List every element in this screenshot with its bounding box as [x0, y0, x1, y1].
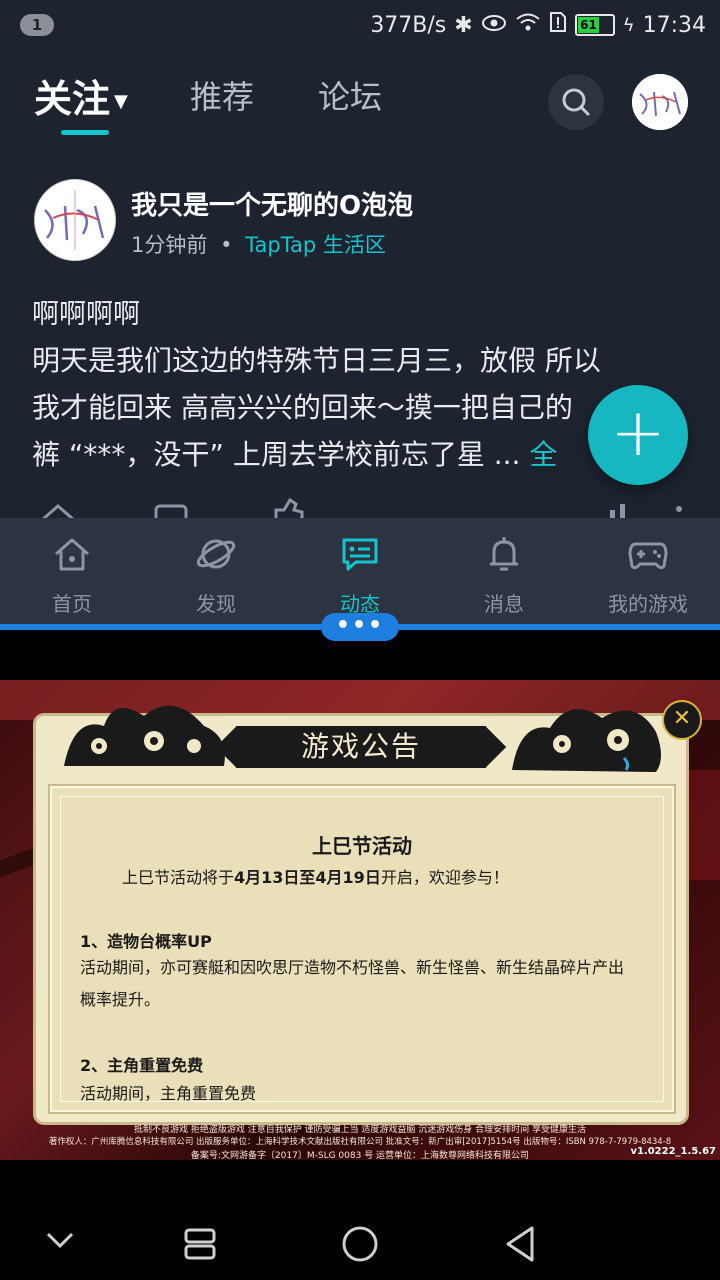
split-screen-handle[interactable]: ••• — [321, 613, 399, 641]
message-icon — [342, 538, 378, 571]
post-title[interactable]: 啊啊啊啊 — [32, 292, 140, 331]
filing-notice: 备案号:文网游备字〔2017〕M-SLG 0083 号 运营单位：上海数尊网络科… — [190, 1151, 530, 1160]
more-icon[interactable] — [676, 506, 682, 512]
share-icon[interactable] — [38, 500, 78, 518]
post-time: 1分钟前 — [131, 233, 208, 257]
nav-my-games[interactable]: 我的游戏 — [576, 518, 720, 626]
nav-messages[interactable]: 消息 — [432, 518, 576, 626]
active-tab-indicator — [61, 130, 109, 135]
home-icon — [55, 538, 89, 571]
wifi-icon — [515, 12, 541, 38]
notice-section2-title: 2、主角重置免费 — [80, 1056, 204, 1075]
back-icon[interactable] — [500, 1224, 540, 1264]
battery-icon: 61 — [574, 14, 615, 36]
notice-title: 上巳节活动 — [312, 834, 412, 858]
post-author-name[interactable]: 我只是一个无聊的O泡泡 — [131, 185, 413, 222]
bottom-nav: 首页 发现 动态 消息 我的游戏 — [0, 518, 720, 626]
bell-icon — [490, 537, 518, 571]
health-notice: 抵制不良游戏 拒绝盗版游戏 注意自我保护 谨防受骗上当 适度游戏益脑 沉迷游戏伤… — [133, 1125, 587, 1135]
game-window: 游戏公告 上巳节活动 上巳节活动将于4月13日至4月19日开启，欢迎参与！ 1、… — [0, 680, 720, 1160]
like-icon[interactable] — [270, 497, 306, 518]
nav-discover[interactable]: 发现 — [144, 518, 288, 626]
notice-section1-body: 活动期间，亦可赛艇和因吹思厅造物不朽怪兽、新生怪兽、新生结晶碎片产出 概率提升。 — [80, 958, 625, 1009]
status-bar: 1 377B/s ✱ 61 ϟ 17:34 — [0, 0, 720, 52]
recent-apps-icon[interactable] — [182, 1226, 218, 1262]
system-nav-bar — [0, 1200, 720, 1280]
notice-header: 游戏公告 — [236, 726, 486, 768]
monster-left-illustration — [64, 705, 225, 766]
nav-feed[interactable]: 动态 — [288, 518, 432, 626]
tab-following[interactable]: 关注 ▼ — [34, 68, 128, 123]
game-version: v1.0222_1.5.67 — [630, 1146, 716, 1157]
clock: 17:34 — [642, 12, 706, 38]
user-avatar[interactable] — [632, 74, 688, 130]
gamepad-icon — [628, 542, 668, 570]
collapse-chevron-icon[interactable] — [44, 1230, 76, 1250]
post-meta: 1分钟前 • TapTap 生活区 — [131, 229, 386, 259]
comment-icon[interactable] — [154, 502, 188, 518]
post-author-avatar[interactable] — [34, 179, 116, 261]
notice-section2-body: 活动期间，主角重置免费 — [80, 1084, 257, 1103]
planet-icon — [196, 539, 236, 569]
charging-icon: ϟ — [622, 14, 635, 36]
copyright-notice: 著作权人：广州库腾信息科技有限公司 出版服务单位：上海科学技术文献出版社有限公司… — [48, 1137, 672, 1147]
nav-home[interactable]: 首页 — [0, 518, 144, 626]
eye-icon — [481, 13, 507, 38]
search-icon — [562, 88, 590, 116]
stats-icon[interactable] — [606, 500, 636, 518]
tab-recommend[interactable]: 推荐 — [190, 72, 254, 118]
tab-forum[interactable]: 论坛 — [318, 72, 382, 118]
net-speed: 377B/s — [370, 12, 447, 38]
chevron-down-icon: ▼ — [114, 91, 128, 112]
game-notice-dialog: 游戏公告 上巳节活动 上巳节活动将于4月13日至4月19日开启，欢迎参与！ 1、… — [36, 705, 686, 1122]
notice-content-panel[interactable]: 上巳节活动 上巳节活动将于4月13日至4月19日开启，欢迎参与！ 1、造物台概率… — [50, 786, 674, 1112]
close-notice-button[interactable]: ✕ — [662, 700, 702, 740]
status-right: 377B/s ✱ 61 ϟ 17:34 — [370, 10, 706, 40]
home-button-icon[interactable] — [340, 1224, 380, 1264]
notification-count-badge: 1 — [20, 14, 54, 36]
notice-intro: 上巳节活动将于4月13日至4月19日开启，欢迎参与！ — [122, 868, 509, 887]
create-post-button[interactable]: + — [588, 385, 688, 485]
bluetooth-icon: ✱ — [454, 12, 473, 38]
post-section-link[interactable]: TapTap 生活区 — [245, 233, 386, 257]
monster-right-illustration — [512, 709, 661, 772]
notice-section1-title: 1、造物台概率UP — [80, 932, 212, 951]
meta-separator: • — [220, 233, 233, 257]
search-button[interactable] — [548, 74, 604, 130]
expand-full-link[interactable]: 全 — [529, 438, 557, 471]
sim-alert-icon — [549, 11, 567, 39]
